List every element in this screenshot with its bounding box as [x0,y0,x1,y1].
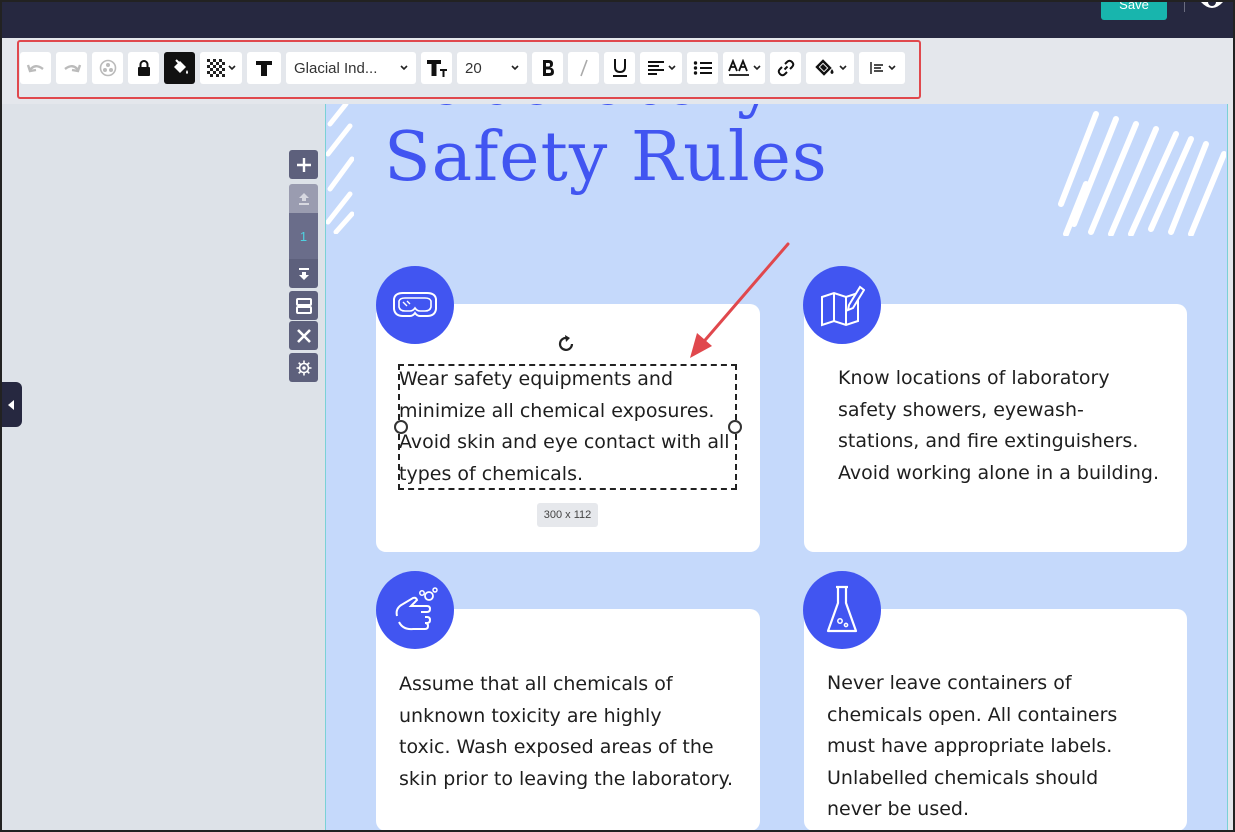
font-family-select[interactable]: Glacial Ind... [286,52,416,84]
transparency-icon [206,59,225,77]
rotate-icon[interactable] [556,334,576,354]
page-title[interactable]: Laboratory Safety Rules [384,104,828,196]
chevron-left-icon [8,399,14,410]
duplicate-page-button[interactable] [289,291,318,320]
left-panel [0,104,326,832]
italic-icon [579,59,588,77]
text-case-button[interactable] [723,52,765,84]
add-page-button[interactable] [289,150,318,179]
card-icon-badge[interactable] [376,266,454,344]
text-style-button[interactable] [247,52,281,84]
preview-eye-icon[interactable] [1200,0,1224,12]
page-settings-button[interactable] [289,353,318,382]
card-icon-badge[interactable] [803,266,881,344]
font-size-select[interactable]: 20 [457,52,527,84]
font-size-style-button[interactable] [421,52,452,84]
redo-icon [63,64,81,73]
spacing-icon [869,62,883,74]
title-line-2: Safety Rules [384,118,828,197]
chevron-down-icon [838,65,847,71]
chevron-down-icon [887,65,896,71]
flask-icon [826,585,858,633]
fill-color-button[interactable] [164,52,195,84]
panel-toggle-button[interactable] [0,382,22,427]
spacing-button[interactable] [859,52,905,84]
card-text[interactable]: Assume that all chemicals of unknown tox… [399,669,749,795]
undo-icon [26,64,44,73]
chevron-down-icon [752,65,761,71]
resize-handle-right[interactable] [728,420,742,434]
underline-icon [612,59,627,77]
text-icon [256,61,272,76]
transparency-button[interactable] [200,52,242,84]
move-page-down-button[interactable] [289,259,318,288]
effects-button[interactable] [92,52,123,84]
text-case-icon [727,59,749,76]
topbar-divider [1184,0,1185,12]
bold-icon [542,60,554,76]
undo-button[interactable] [20,52,51,84]
page-number: 1 [289,213,318,259]
gear-icon [296,360,311,375]
link-button[interactable] [770,52,801,84]
redo-button[interactable] [56,52,87,84]
hand-wash-icon [395,587,438,631]
close-icon [296,328,311,343]
selection-box [398,364,737,490]
font-size-value: 20 [465,59,482,77]
chevron-down-icon [400,65,408,71]
italic-button[interactable] [568,52,599,84]
align-left-icon [647,61,664,75]
card-icon-badge[interactable] [803,571,881,649]
text-toolbar: Glacial Ind... 20 [20,48,905,88]
chevron-down-icon [227,65,236,71]
bold-button[interactable] [532,52,563,84]
plus-icon [296,157,311,172]
top-bar: Save [0,0,1235,38]
card-text[interactable]: Never leave containers of chemicals open… [827,668,1177,826]
map-icon [821,285,865,327]
underline-button[interactable] [604,52,635,84]
shape-fill-icon [814,59,833,76]
font-family-value: Glacial Ind... [294,59,378,77]
text-align-button[interactable] [640,52,682,84]
move-down-icon [298,267,309,280]
font-size-icon [426,60,447,77]
move-up-icon [298,192,309,205]
decorative-scribble-left [326,104,354,234]
resize-handle-left[interactable] [394,420,408,434]
decorative-scribble-right [1058,111,1226,236]
goggles-icon [393,292,437,317]
size-badge: 300 x 112 [537,503,598,527]
list-icon [693,61,712,75]
delete-page-button[interactable] [289,321,318,350]
lock-icon [137,60,150,76]
card-text[interactable]: Know locations of laboratory safety show… [838,363,1183,489]
chevron-down-icon [667,65,676,71]
list-button[interactable] [687,52,718,84]
effects-icon [99,59,116,77]
shape-fill-button[interactable] [806,52,854,84]
move-page-up-button[interactable] [289,184,318,213]
fill-bucket-icon [173,59,188,74]
lock-button[interactable] [128,52,159,84]
link-icon [777,59,794,77]
card-icon-badge[interactable] [376,571,454,649]
save-button[interactable]: Save [1101,0,1167,20]
chevron-down-icon [511,65,519,71]
duplicate-icon [295,297,312,314]
